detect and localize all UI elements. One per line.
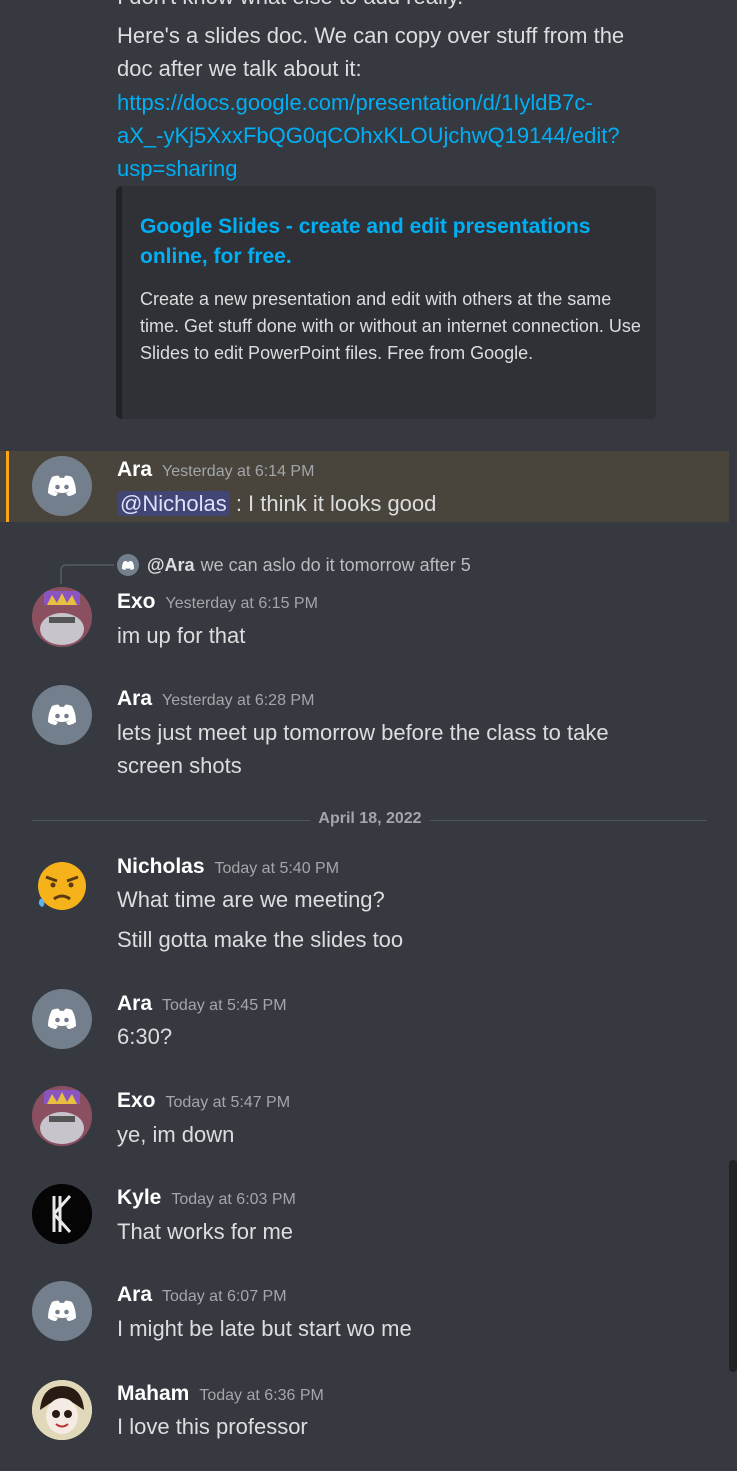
author-name[interactable]: Exo <box>117 590 156 614</box>
angry-emoji-icon <box>38 862 86 910</box>
timestamp: Today at 6:36 PM <box>199 1387 324 1404</box>
message-header: Ara Today at 6:07 PM <box>117 1283 287 1307</box>
message-text: screen shots <box>117 753 242 778</box>
avatar[interactable] <box>32 1086 92 1146</box>
timestamp: Yesterday at 6:28 PM <box>162 692 315 709</box>
discord-logo-icon <box>48 704 76 725</box>
message-text: That works for me <box>117 1219 294 1244</box>
kyle-logo-icon <box>32 1184 92 1244</box>
message-text: : I think it looks good <box>235 491 437 516</box>
author-name[interactable]: Kyle <box>117 1186 161 1210</box>
message-header: Kyle Today at 6:03 PM <box>117 1186 296 1210</box>
message-text: I might be late but start wo me <box>117 1316 412 1341</box>
message-text: lets just meet up tomorrow before the cl… <box>117 720 609 745</box>
author-name[interactable]: Nicholas <box>117 855 205 879</box>
timestamp: Today at 6:07 PM <box>162 1288 287 1305</box>
mention-highlight-bar <box>6 451 9 522</box>
embed-title[interactable]: Google Slides - create and edit presenta… <box>140 212 640 272</box>
author-name[interactable]: Ara <box>117 458 152 482</box>
timestamp: Today at 5:45 PM <box>162 997 287 1014</box>
message-text: ye, im down <box>117 1122 235 1147</box>
avatar[interactable] <box>32 587 92 647</box>
avatar[interactable] <box>32 1380 92 1440</box>
message-header: Ara Today at 5:45 PM <box>117 992 287 1016</box>
exo-avatar-icon <box>32 1086 92 1146</box>
exo-avatar-icon <box>32 587 92 647</box>
message-text: im up for that <box>117 623 246 648</box>
message-link[interactable]: aX_-yKj5XxxFbQG0qCOhxKLOUjchwQ19144/edit… <box>117 119 620 152</box>
timestamp: Yesterday at 6:15 PM <box>165 595 318 612</box>
message-header: Ara Yesterday at 6:28 PM <box>117 687 314 711</box>
message-header: Exo Yesterday at 6:15 PM <box>117 590 318 614</box>
reply-avatar <box>117 554 139 576</box>
date-divider-line <box>32 820 310 821</box>
reply-reference[interactable]: @Ara we can aslo do it tomorrow after 5 <box>117 554 471 576</box>
message-text: What time are we meeting? <box>117 887 385 912</box>
timestamp: Today at 5:47 PM <box>165 1094 291 1111</box>
author-name[interactable]: Exo <box>117 1089 156 1113</box>
message-text: Here's a slides doc. We can copy over st… <box>117 23 625 48</box>
author-name[interactable]: Ara <box>117 1283 152 1307</box>
message-header: Exo Today at 5:47 PM <box>117 1089 290 1113</box>
message-header: Maham Today at 6:36 PM <box>117 1382 324 1406</box>
maham-avatar-icon <box>32 1380 92 1440</box>
message-link[interactable]: https://docs.google.com/presentation/d/1… <box>117 86 593 119</box>
avatar[interactable] <box>32 989 92 1049</box>
message-header: Ara Yesterday at 6:14 PM <box>117 458 314 482</box>
discord-logo-icon <box>48 1008 76 1029</box>
avatar[interactable] <box>32 456 92 516</box>
message-text-cut: I don't know what else to add really. <box>117 0 463 13</box>
reply-author[interactable]: @Ara <box>147 555 195 576</box>
timestamp: Yesterday at 6:14 PM <box>162 463 315 480</box>
discord-logo-icon <box>121 560 135 570</box>
message-text: doc after we talk about it: <box>117 56 362 81</box>
message-header: Nicholas Today at 5:40 PM <box>117 855 339 879</box>
message-text: I love this professor <box>117 1414 308 1439</box>
avatar[interactable] <box>32 1281 92 1341</box>
author-name[interactable]: Ara <box>117 687 152 711</box>
avatar[interactable] <box>32 1184 92 1244</box>
date-divider-line <box>430 820 707 821</box>
message-link[interactable]: usp=sharing <box>117 152 237 185</box>
reply-connector <box>60 564 114 584</box>
avatar[interactable] <box>32 855 92 915</box>
embed-description: Create a new presentation and edit with … <box>140 289 641 363</box>
link-embed: Google Slides - create and edit presenta… <box>116 186 656 419</box>
scrollbar[interactable] <box>729 1160 737 1372</box>
timestamp: Today at 5:40 PM <box>214 860 340 877</box>
timestamp: Today at 6:03 PM <box>171 1191 296 1208</box>
author-name[interactable]: Ara <box>117 992 152 1016</box>
message-text: 6:30? <box>117 1024 173 1049</box>
author-name[interactable]: Maham <box>117 1382 189 1406</box>
avatar[interactable] <box>32 685 92 745</box>
reply-text: we can aslo do it tomorrow after 5 <box>200 554 471 575</box>
user-mention[interactable]: @Nicholas <box>117 491 230 516</box>
date-divider: April 18, 2022 <box>318 810 422 827</box>
message-content: @Nicholas : I think it looks good <box>117 487 436 520</box>
discord-logo-icon <box>48 1300 76 1321</box>
message-text: Still gotta make the slides too <box>117 927 404 952</box>
discord-logo-icon <box>48 475 76 496</box>
